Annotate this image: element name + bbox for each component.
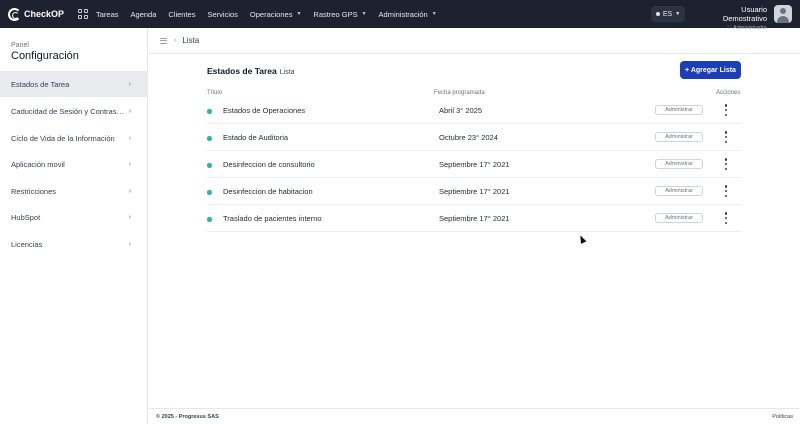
row-title: Traslado de pacientes interno <box>223 214 322 223</box>
chevron-right-icon: › <box>128 107 131 115</box>
status-dot-icon <box>207 217 212 222</box>
row-title: Estado de Auditoria <box>223 133 289 142</box>
nav-item-administracion[interactable]: Administración ▼ <box>379 10 437 19</box>
more-options-icon[interactable] <box>724 131 728 143</box>
chevron-right-icon: › <box>128 187 131 195</box>
mouse-cursor-icon <box>577 234 587 244</box>
sidebar-item-caducidad[interactable]: Caducidad de Sesión y Contraseña › <box>0 98 148 124</box>
apps-grid-icon[interactable] <box>78 9 88 19</box>
footer-policies-link[interactable]: Políticas <box>772 414 793 420</box>
more-options-icon[interactable] <box>724 185 728 197</box>
page-subtitle: Lista <box>279 69 295 76</box>
app-logo-text: CheckOP <box>24 9 65 19</box>
sidebar-item-restricciones[interactable]: Restricciones › <box>0 178 148 204</box>
chevron-right-icon: › <box>128 240 131 248</box>
table-row: Desinfeccion de habitacion Septiembre 17… <box>207 178 741 205</box>
chevron-down-icon: ▼ <box>675 11 681 17</box>
more-options-icon[interactable] <box>724 212 728 224</box>
administrar-button[interactable]: Administrar <box>655 186 703 196</box>
status-dot-icon <box>207 190 212 195</box>
breadcrumb: › Lista <box>149 28 800 54</box>
nav-item-clientes[interactable]: Clientes <box>168 10 195 19</box>
footer: © 2025 - Progresus SAS Políticas <box>149 408 800 424</box>
row-title: Estados de Operaciones <box>223 106 306 115</box>
language-selector[interactable]: ES ▼ <box>651 6 685 22</box>
row-date: Abril 3° 2025 <box>439 106 483 115</box>
chevron-down-icon: ▼ <box>361 11 367 17</box>
table-row: Estado de Auditoria Octubre 23° 2024 Adm… <box>207 124 741 151</box>
status-dot-icon <box>207 109 212 114</box>
chevron-right-icon: › <box>128 160 131 168</box>
status-dot-icon <box>207 136 212 141</box>
more-options-icon[interactable] <box>724 104 728 116</box>
chevron-right-icon: › <box>128 134 131 142</box>
sidebar-item-aplicacion-movil[interactable]: Aplicación movil › <box>0 151 148 177</box>
administrar-button[interactable]: Administrar <box>655 213 703 223</box>
column-header-title: Título <box>207 90 223 96</box>
page-title: Estados de Tarea Lista <box>207 66 295 76</box>
row-date: Octubre 23° 2024 <box>439 133 498 142</box>
row-title: Desinfeccion de habitacion <box>223 187 313 196</box>
row-date: Septiembre 17° 2021 <box>439 214 510 223</box>
sidebar-header: Panel Configuración <box>0 28 147 71</box>
breadcrumb-current[interactable]: Lista <box>182 36 199 45</box>
footer-copyright: © 2025 - Progresus SAS <box>156 413 219 420</box>
column-header-date: Fecha programada <box>434 90 485 96</box>
status-dot-icon <box>207 163 212 168</box>
table-row: Traslado de pacientes interno Septiembre… <box>207 205 741 232</box>
globe-icon <box>655 12 660 16</box>
more-options-icon[interactable] <box>724 158 728 170</box>
chevron-right-icon: › <box>128 80 131 88</box>
sidebar-item-ciclo-de-vida[interactable]: Ciclo de Vida de la Información › <box>0 125 148 151</box>
nav-item-operaciones[interactable]: Operaciones ▼ <box>250 10 301 19</box>
chevron-right-icon: › <box>174 37 177 44</box>
row-title: Desinfeccion de consultorio <box>223 160 315 169</box>
top-navbar: CheckOP Tareas Agenda Clientes Servicios… <box>0 0 800 31</box>
app-logo[interactable]: CheckOP <box>8 7 68 21</box>
menu-icon[interactable] <box>160 37 167 44</box>
administrar-button[interactable]: Administrar <box>655 159 703 169</box>
row-date: Septiembre 17° 2021 <box>439 160 510 169</box>
column-header-actions: Acciones <box>716 90 741 96</box>
administrar-button[interactable]: Administrar <box>655 105 703 115</box>
sidebar-item-estados-de-tarea[interactable]: Estados de Tarea › <box>0 71 148 97</box>
sidebar-item-licencias[interactable]: Licencias › <box>0 231 148 257</box>
chevron-down-icon: ▼ <box>296 11 302 17</box>
sidebar-title: Configuración <box>11 50 79 62</box>
user-name: Usuario Demostrativo <box>722 5 767 23</box>
main-nav: Tareas Agenda Clientes Servicios Operaci… <box>96 10 449 19</box>
chevron-down-icon: ▼ <box>431 11 437 17</box>
avatar[interactable] <box>774 5 792 23</box>
add-list-button[interactable]: + Agregar Lista <box>680 61 741 79</box>
sidebar: Panel Configuración Estados de Tarea › C… <box>0 28 148 424</box>
nav-item-agenda[interactable]: Agenda <box>131 10 157 19</box>
row-date: Septiembre 17° 2021 <box>439 187 510 196</box>
nav-item-rastreo-gps[interactable]: Rastreo GPS ▼ <box>313 10 366 19</box>
administrar-button[interactable]: Administrar <box>655 132 703 142</box>
sidebar-subtitle: Panel <box>11 42 29 49</box>
checkop-logo-icon <box>8 7 21 21</box>
chevron-right-icon: › <box>128 213 131 221</box>
table-row: Estados de Operaciones Abril 3° 2025 Adm… <box>207 97 741 124</box>
table-row: Desinfeccion de consultorio Septiembre 1… <box>207 151 741 178</box>
language-label: ES <box>662 10 673 18</box>
nav-item-tareas[interactable]: Tareas <box>96 10 119 19</box>
nav-item-servicios[interactable]: Servicios <box>207 10 237 19</box>
sidebar-item-hubspot[interactable]: HubSpot › <box>0 204 148 230</box>
